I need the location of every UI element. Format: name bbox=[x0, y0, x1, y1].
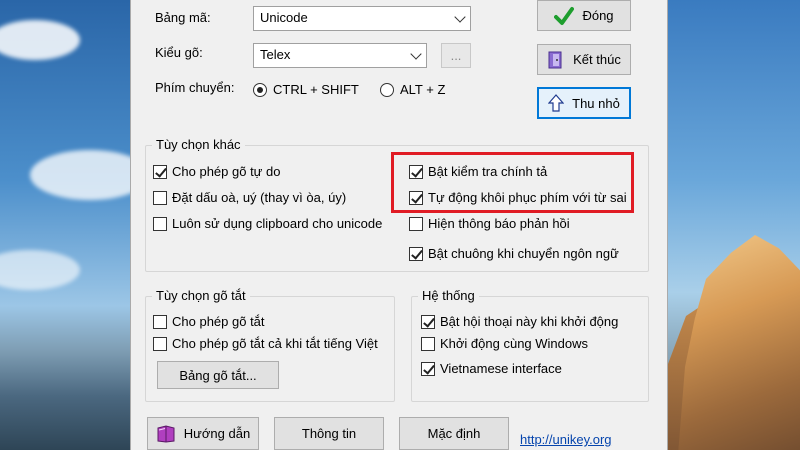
more-label: ... bbox=[450, 48, 462, 63]
rock-shape bbox=[678, 235, 800, 450]
group-title: Tùy chọn gõ tắt bbox=[152, 288, 250, 303]
desktop-wallpaper-left bbox=[0, 0, 150, 450]
desktop-wallpaper-right bbox=[668, 0, 800, 450]
checkbox-checked-icon bbox=[409, 246, 423, 261]
default-button[interactable]: Mặc định bbox=[399, 417, 509, 450]
exit-door-icon bbox=[547, 50, 565, 70]
help-button[interactable]: Hướng dẫn bbox=[147, 417, 259, 450]
radio-ctrl-shift[interactable]: CTRL + SHIFT bbox=[253, 82, 359, 97]
checkbox-allow-shorthand[interactable]: Cho phép gõ tắt bbox=[153, 314, 265, 329]
checkbox-show-on-startup[interactable]: Bật hội thoại này khi khởi động bbox=[421, 314, 618, 329]
radio-alt-z[interactable]: ALT + Z bbox=[380, 82, 445, 97]
checkbox-checked-icon bbox=[421, 361, 435, 376]
checkbox-empty-icon bbox=[409, 216, 423, 231]
close-button[interactable]: Đóng bbox=[537, 0, 631, 31]
charset-value: Unicode bbox=[260, 10, 308, 25]
checkbox-label: Luôn sử dụng clipboard cho unicode bbox=[172, 216, 383, 231]
checkbox-bell-on-switch[interactable]: Bật chuông khi chuyển ngôn ngữ bbox=[409, 246, 619, 261]
minimize-button-label: Thu nhỏ bbox=[572, 95, 620, 111]
help-button-label: Hướng dẫn bbox=[183, 426, 251, 441]
checkbox-label: Bật chuông khi chuyển ngôn ngữ bbox=[428, 246, 619, 261]
checkmark-icon bbox=[554, 6, 575, 26]
checkbox-label: Vietnamese interface bbox=[440, 361, 562, 376]
switch-key-label: Phím chuyển: bbox=[155, 80, 235, 95]
info-button[interactable]: Thông tin bbox=[274, 417, 384, 450]
group-title: Hệ thống bbox=[418, 288, 479, 303]
checkbox-label: Cho phép gõ tự do bbox=[172, 164, 281, 179]
radio-empty-icon bbox=[380, 82, 394, 97]
close-button-label: Đóng bbox=[582, 8, 614, 23]
checkbox-checked-icon bbox=[153, 164, 167, 179]
book-icon bbox=[156, 424, 176, 443]
checkbox-empty-icon bbox=[421, 336, 435, 351]
checkbox-show-feedback[interactable]: Hiện thông báo phản hồi bbox=[409, 216, 570, 231]
chevron-down-icon bbox=[410, 48, 422, 60]
checkbox-empty-icon bbox=[153, 336, 167, 351]
checkbox-label: Hiện thông báo phản hồi bbox=[428, 216, 570, 231]
checkbox-free-typing[interactable]: Cho phép gõ tự do bbox=[153, 164, 280, 179]
checkbox-empty-icon bbox=[153, 190, 167, 205]
unikey-settings-dialog: Bảng mã: Unicode Kiểu gõ: Telex ... Phím… bbox=[130, 0, 668, 450]
radio-label: CTRL + SHIFT bbox=[273, 82, 359, 97]
minimize-button[interactable]: Thu nhỏ bbox=[537, 87, 631, 119]
input-method-more-button[interactable]: ... bbox=[441, 43, 471, 68]
exit-button[interactable]: Kết thúc bbox=[537, 44, 631, 75]
checkbox-start-with-windows[interactable]: Khởi động cùng Windows bbox=[421, 336, 588, 351]
input-method-label: Kiểu gõ: bbox=[155, 45, 203, 60]
checkbox-label: Đặt dấu oà, uý (thay vì òa, úy) bbox=[172, 190, 347, 205]
checkbox-vietnamese-interface[interactable]: Vietnamese interface bbox=[421, 361, 562, 376]
checkbox-checked-icon bbox=[421, 314, 435, 329]
shorthand-table-button[interactable]: Bảng gõ tắt... bbox=[157, 361, 279, 389]
unikey-website-link[interactable]: http://unikey.org bbox=[520, 432, 612, 447]
shorthand-table-label: Bảng gõ tắt... bbox=[179, 367, 257, 383]
input-method-select[interactable]: Telex bbox=[253, 43, 427, 68]
checkbox-label: Cho phép gõ tắt cả khi tắt tiếng Việt bbox=[172, 336, 378, 351]
input-method-value: Telex bbox=[260, 47, 291, 62]
radio-selected-icon bbox=[253, 82, 267, 97]
checkbox-empty-icon bbox=[153, 314, 167, 329]
group-title: Tùy chọn khác bbox=[152, 137, 245, 152]
checkbox-empty-icon bbox=[153, 216, 167, 231]
charset-label: Bảng mã: bbox=[155, 10, 211, 25]
checkbox-clipboard-unicode[interactable]: Luôn sử dụng clipboard cho unicode bbox=[153, 216, 382, 231]
checkbox-label: Bật hội thoại này khi khởi động bbox=[440, 314, 619, 329]
checkbox-label: Khởi động cùng Windows bbox=[440, 336, 588, 351]
checkbox-tone-placement[interactable]: Đặt dấu oà, uý (thay vì òa, úy) bbox=[153, 190, 346, 205]
info-button-label: Thông tin bbox=[301, 426, 357, 441]
arrow-up-icon bbox=[548, 94, 565, 112]
checkbox-label: Cho phép gõ tắt bbox=[172, 314, 265, 329]
charset-select[interactable]: Unicode bbox=[253, 6, 471, 31]
highlight-annotation bbox=[391, 152, 634, 213]
checkbox-shorthand-english-mode[interactable]: Cho phép gõ tắt cả khi tắt tiếng Việt bbox=[153, 336, 378, 351]
exit-button-label: Kết thúc bbox=[573, 52, 621, 67]
radio-label: ALT + Z bbox=[400, 82, 446, 97]
chevron-down-icon bbox=[454, 11, 466, 23]
default-button-label: Mặc định bbox=[427, 426, 481, 441]
